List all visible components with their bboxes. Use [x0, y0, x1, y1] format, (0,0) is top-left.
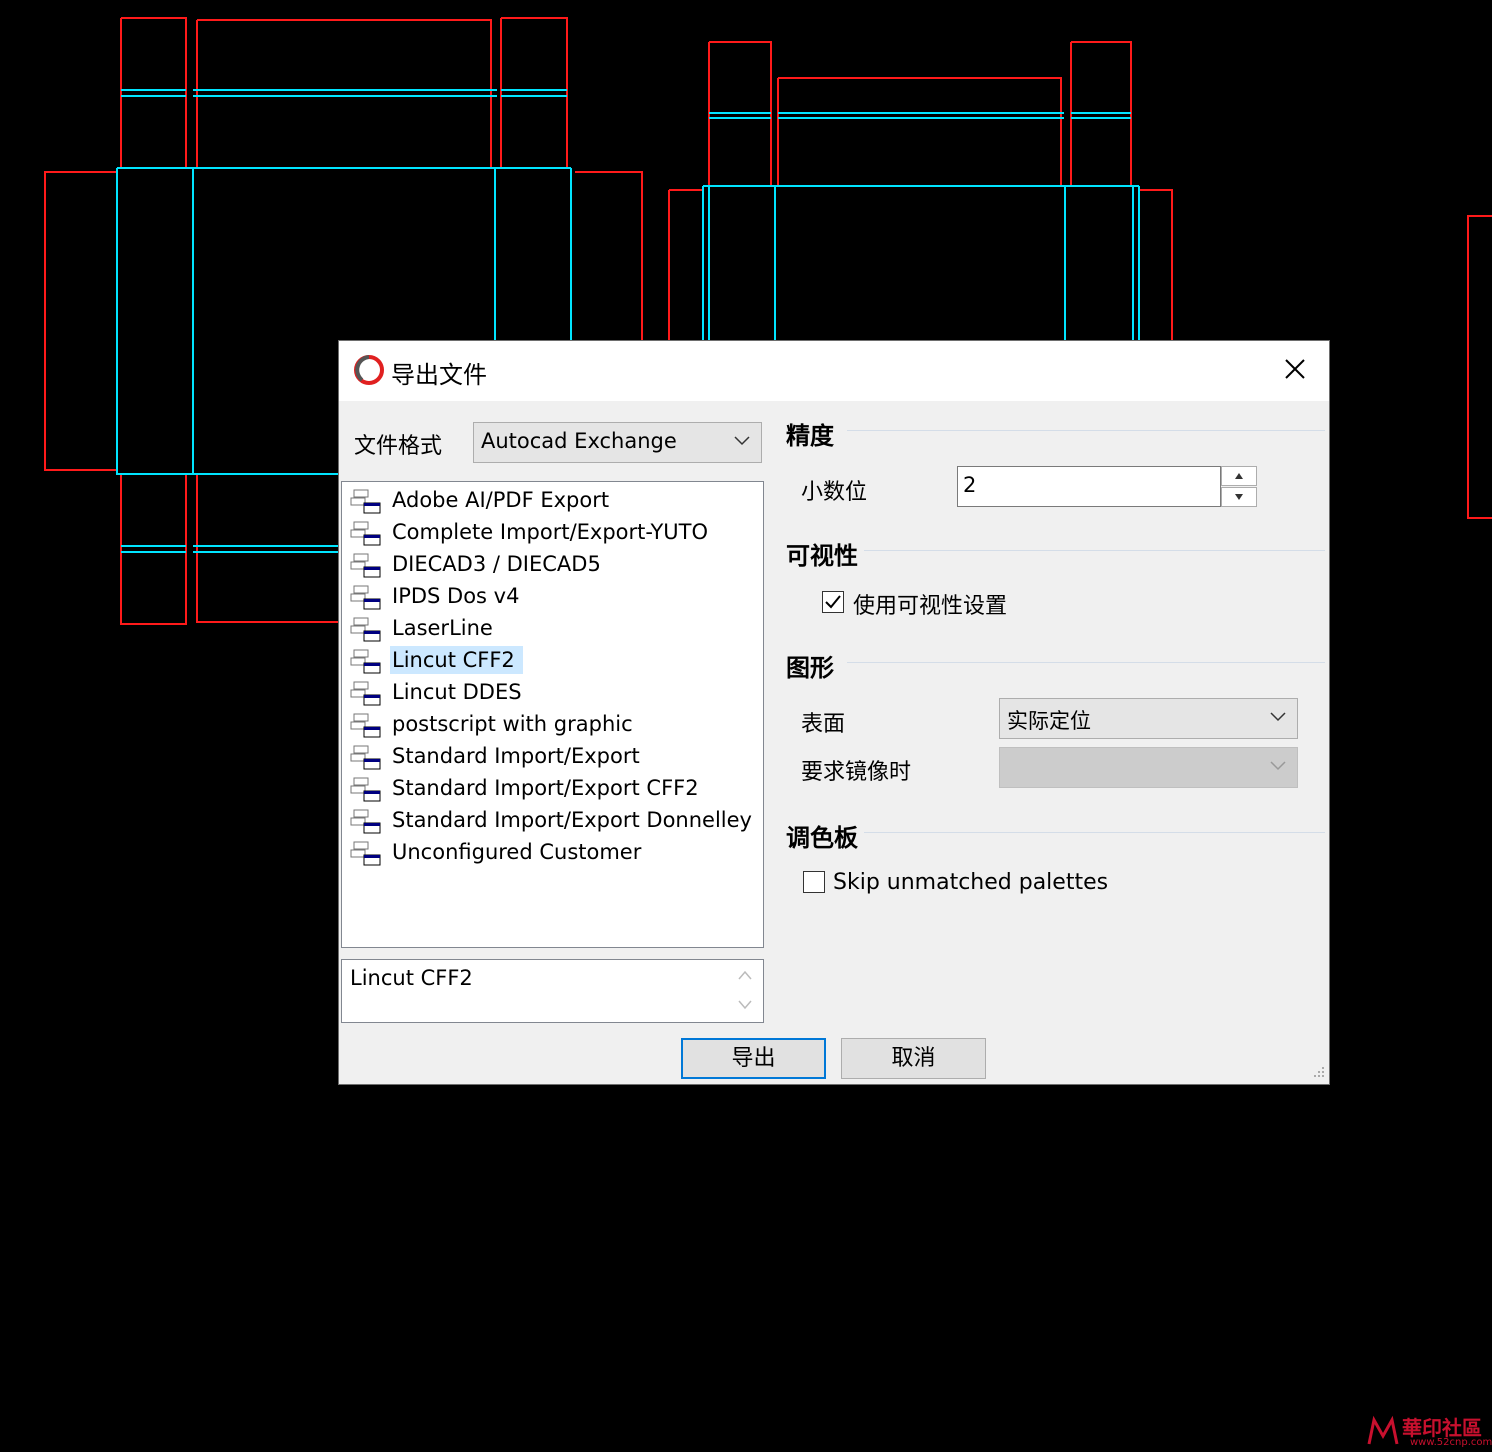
format-description-box[interactable]: Lincut CFF2: [341, 959, 764, 1023]
format-list-item-label: IPDS Dos v4: [392, 584, 520, 608]
format-config-icon: [350, 617, 381, 642]
precision-heading: 精度: [786, 422, 834, 450]
precision-separator: [847, 430, 1325, 431]
app-logo-icon: [354, 355, 384, 385]
dialog-titlebar[interactable]: 导出文件: [339, 341, 1329, 401]
format-config-icon: [350, 553, 381, 578]
format-config-icon: [350, 841, 381, 866]
format-list-item-label: Standard Import/Export CFF2: [392, 776, 699, 800]
palette-separator: [864, 832, 1325, 833]
format-list-item-label: Adobe AI/PDF Export: [392, 488, 610, 512]
format-config-icon: [350, 809, 381, 834]
graphics-heading: 图形: [786, 654, 834, 682]
triangle-down-icon: [1235, 494, 1243, 500]
visibility-heading: 可视性: [786, 542, 858, 570]
palette-heading: 调色板: [786, 824, 858, 852]
format-config-icon: [350, 489, 381, 514]
chevron-down-icon: [1270, 761, 1286, 771]
watermark-url: www.52cnp.com: [1410, 1437, 1492, 1448]
spin-down-button[interactable]: [1221, 487, 1257, 507]
format-description: Lincut CFF2: [350, 966, 473, 990]
format-list-item-label: LaserLine: [392, 616, 493, 640]
decimals-label: 小数位: [801, 480, 868, 505]
format-config-icon: [350, 521, 381, 546]
close-icon[interactable]: [1279, 353, 1311, 385]
format-config-icon: [350, 745, 381, 770]
watermark: 華印社區 www.52cnp.com: [1362, 1412, 1492, 1452]
decimals-input[interactable]: 2: [957, 466, 1221, 507]
skip-unmatched-label[interactable]: Skip unmatched palettes: [833, 870, 1108, 895]
decimals-spinner[interactable]: [1221, 466, 1257, 507]
format-list-item-label: postscript with graphic: [392, 712, 633, 736]
checkmark-icon: [825, 595, 841, 609]
decimals-value: 2: [963, 473, 977, 497]
format-config-icon: [350, 713, 381, 738]
format-list-item-label: Standard Import/Export: [392, 744, 640, 768]
visibility-separator: [864, 550, 1325, 551]
format-config-icon: [350, 777, 381, 802]
chevron-down-icon: [1270, 712, 1286, 722]
export-file-dialog: 导出文件 文件格式 Autocad Exchange Adobe AI/PDF …: [338, 340, 1330, 1085]
surface-label: 表面: [801, 712, 846, 737]
file-format-value: Autocad Exchange: [481, 429, 677, 453]
graphics-separator: [847, 662, 1325, 663]
skip-unmatched-checkbox[interactable]: [803, 871, 825, 893]
format-list[interactable]: Adobe AI/PDF Export Complete Import/Expor…: [341, 481, 764, 948]
use-visibility-label[interactable]: 使用可视性设置: [853, 588, 1007, 620]
dialog-title: 导出文件: [391, 361, 487, 389]
format-list-item-label: Lincut CFF2: [390, 646, 523, 674]
file-format-label: 文件格式: [354, 434, 443, 459]
use-visibility-checkbox[interactable]: [822, 591, 844, 613]
spin-up-button[interactable]: [1221, 466, 1257, 486]
format-config-icon: [350, 585, 381, 610]
chevron-down-icon: [734, 436, 750, 446]
format-list-item-label: Unconfigured Customer: [392, 840, 642, 864]
mirror-label: 要求镜像时: [801, 760, 912, 785]
scroll-up-icon[interactable]: [737, 968, 753, 982]
resize-grip-icon[interactable]: [1310, 1065, 1326, 1081]
format-list-item-label: Lincut DDES: [392, 680, 522, 704]
file-format-dropdown[interactable]: Autocad Exchange: [473, 422, 762, 463]
format-list-item-label: Complete Import/Export-YUTO: [392, 520, 709, 544]
triangle-up-icon: [1235, 473, 1243, 479]
format-list-item-label: Standard Import/Export Donnelley: [392, 808, 752, 832]
export-button[interactable]: 导出: [681, 1038, 826, 1079]
format-config-icon: [350, 649, 381, 674]
cancel-button[interactable]: 取消: [841, 1038, 986, 1079]
scroll-down-icon[interactable]: [737, 998, 753, 1012]
watermark-logo-icon: [1367, 1415, 1399, 1445]
surface-value: 实际定位: [1007, 709, 1091, 733]
mirror-dropdown-disabled: [999, 747, 1298, 788]
surface-dropdown[interactable]: 实际定位: [999, 698, 1298, 739]
format-list-item-label: DIECAD3 / DIECAD5: [392, 552, 601, 576]
format-config-icon: [350, 681, 381, 706]
